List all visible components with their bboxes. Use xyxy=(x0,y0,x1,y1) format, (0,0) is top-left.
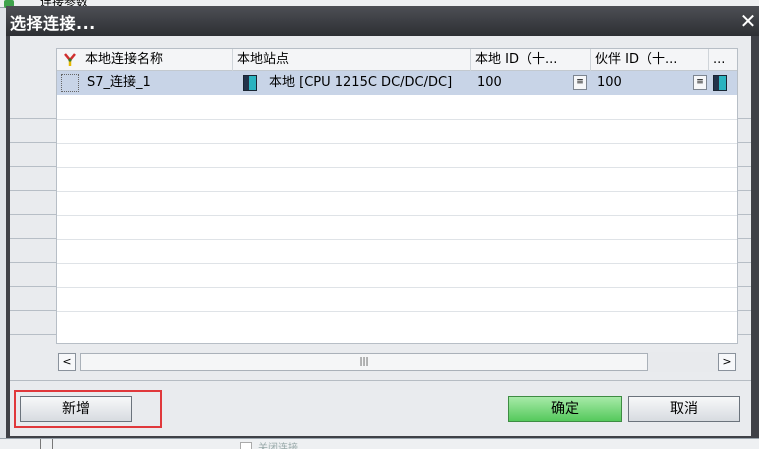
dialog-title: 选择连接... xyxy=(10,14,96,33)
local-id-picker-icon[interactable]: ≡ xyxy=(573,75,587,90)
row-line xyxy=(57,263,737,264)
connection-table-region: 本地连接名称 本地站点 本地 ID（十... 伙伴 ID（十... ... S7… xyxy=(10,48,751,376)
column-header-label: 伙伴 ID（十... xyxy=(595,52,678,67)
background-window-footer: 关闭连接 xyxy=(0,438,759,449)
scroll-right-icon[interactable]: > xyxy=(718,353,736,371)
divider xyxy=(52,439,53,449)
connection-tree-icon xyxy=(64,53,76,66)
column-header-label: 本地连接名称 xyxy=(85,52,164,67)
footer-divider xyxy=(10,380,751,381)
dialog-titlebar[interactable]: 选择连接... ✕ xyxy=(6,6,759,36)
row-line xyxy=(57,239,737,240)
column-header-connection-name[interactable]: 本地连接名称 xyxy=(57,49,233,71)
row-line xyxy=(57,119,737,120)
partner-device-icon xyxy=(713,75,727,91)
row-selector[interactable] xyxy=(61,74,79,92)
select-connection-dialog: 选择连接... ✕ 本地连接名称 本地站点 本地 ID（十... 伙伴 ID（十… xyxy=(6,6,759,438)
close-icon[interactable]: ✕ xyxy=(737,10,759,32)
background-checkbox xyxy=(240,442,252,449)
scroll-left-icon[interactable]: < xyxy=(58,353,76,371)
column-header-label: 本地站点 xyxy=(237,52,290,67)
table-row[interactable]: S7_连接_1 本地 [CPU 1215C DC/DC/DC] 100 ≡ 10… xyxy=(57,71,737,95)
divider xyxy=(40,439,41,449)
column-header-partner-id[interactable]: 伙伴 ID（十... xyxy=(591,49,709,71)
scrollbar-thumb[interactable]: ||| xyxy=(80,353,648,371)
column-header-more[interactable]: ... xyxy=(709,49,737,71)
column-header-label: ... xyxy=(713,52,726,67)
row-line xyxy=(57,191,737,192)
connection-name-cell[interactable]: S7_连接_1 xyxy=(87,71,233,95)
dialog-content: 本地连接名称 本地站点 本地 ID（十... 伙伴 ID（十... ... S7… xyxy=(10,36,751,436)
row-line xyxy=(57,167,737,168)
column-header-local-station[interactable]: 本地站点 xyxy=(233,49,471,71)
connection-table: 本地连接名称 本地站点 本地 ID（十... 伙伴 ID（十... ... S7… xyxy=(56,48,738,344)
partner-id-picker-icon[interactable]: ≡ xyxy=(693,75,707,90)
local-station-cell[interactable]: 本地 [CPU 1215C DC/DC/DC] xyxy=(269,71,469,95)
row-line xyxy=(57,215,737,216)
row-line xyxy=(57,287,737,288)
row-line xyxy=(57,143,737,144)
partner-id-cell[interactable]: 100 xyxy=(597,71,687,95)
horizontal-scrollbar[interactable]: < ||| > xyxy=(56,352,738,372)
ok-button[interactable]: 确定 xyxy=(508,396,622,422)
row-line xyxy=(57,311,737,312)
table-header: 本地连接名称 本地站点 本地 ID（十... 伙伴 ID（十... ... xyxy=(57,49,737,71)
local-id-cell[interactable]: 100 xyxy=(477,71,567,95)
background-checkbox-label: 关闭连接 xyxy=(258,443,298,449)
add-button-highlight xyxy=(14,390,162,428)
column-header-local-id[interactable]: 本地 ID（十... xyxy=(471,49,591,71)
plc-device-icon xyxy=(243,75,257,91)
cancel-button[interactable]: 取消 xyxy=(628,396,740,422)
column-header-label: 本地 ID（十... xyxy=(475,52,558,67)
